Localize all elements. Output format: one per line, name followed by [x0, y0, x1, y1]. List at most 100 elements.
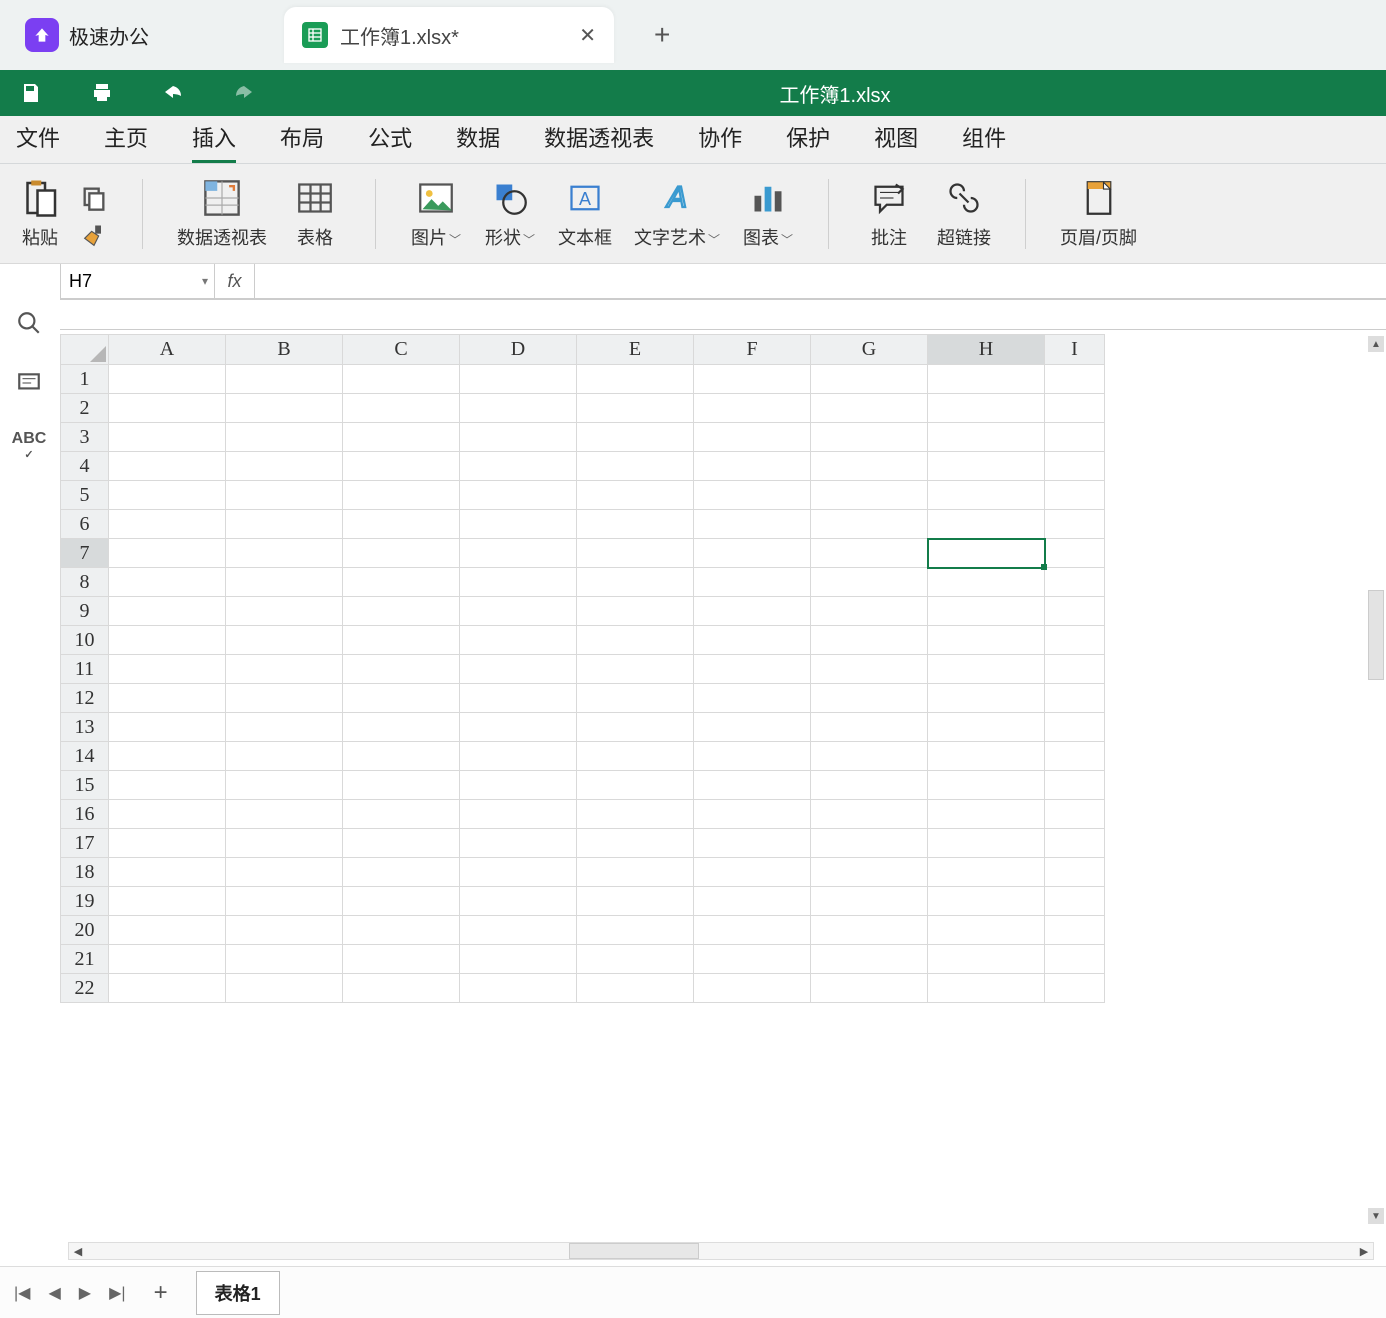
cell-E14[interactable]: [577, 742, 694, 771]
row-header-13[interactable]: 13: [61, 713, 109, 742]
undo-button[interactable]: [160, 80, 186, 106]
row-header-10[interactable]: 10: [61, 626, 109, 655]
row-header-17[interactable]: 17: [61, 829, 109, 858]
cell-C22[interactable]: [343, 974, 460, 1003]
cell-H2[interactable]: [928, 394, 1045, 423]
cell-D13[interactable]: [460, 713, 577, 742]
cell-H8[interactable]: [928, 568, 1045, 597]
cell-I20[interactable]: [1045, 916, 1105, 945]
cell-G18[interactable]: [811, 858, 928, 887]
cell-A10[interactable]: [109, 626, 226, 655]
cell-B3[interactable]: [226, 423, 343, 452]
cell-C4[interactable]: [343, 452, 460, 481]
cell-I15[interactable]: [1045, 771, 1105, 800]
cell-B14[interactable]: [226, 742, 343, 771]
row-header-14[interactable]: 14: [61, 742, 109, 771]
cell-G8[interactable]: [811, 568, 928, 597]
cell-B15[interactable]: [226, 771, 343, 800]
document-tab[interactable]: 工作簿1.xlsx* ✕: [284, 7, 614, 63]
cell-I2[interactable]: [1045, 394, 1105, 423]
cell-G6[interactable]: [811, 510, 928, 539]
cell-B12[interactable]: [226, 684, 343, 713]
row-header-20[interactable]: 20: [61, 916, 109, 945]
cell-I6[interactable]: [1045, 510, 1105, 539]
cell-G21[interactable]: [811, 945, 928, 974]
cell-F7[interactable]: [694, 539, 811, 568]
search-icon[interactable]: [16, 310, 42, 336]
cell-F15[interactable]: [694, 771, 811, 800]
cell-G20[interactable]: [811, 916, 928, 945]
cell-H11[interactable]: [928, 655, 1045, 684]
menu-数据透视表[interactable]: 数据透视表: [544, 121, 654, 163]
cell-B4[interactable]: [226, 452, 343, 481]
cell-A11[interactable]: [109, 655, 226, 684]
menu-文件[interactable]: 文件: [16, 121, 60, 163]
cell-E3[interactable]: [577, 423, 694, 452]
cell-G16[interactable]: [811, 800, 928, 829]
save-button[interactable]: [18, 80, 44, 106]
cell-F13[interactable]: [694, 713, 811, 742]
cell-C13[interactable]: [343, 713, 460, 742]
hyperlink-button[interactable]: 超链接: [937, 178, 991, 250]
comments-panel-icon[interactable]: [16, 370, 42, 396]
row-header-6[interactable]: 6: [61, 510, 109, 539]
row-header-19[interactable]: 19: [61, 887, 109, 916]
cell-C19[interactable]: [343, 887, 460, 916]
cell-B2[interactable]: [226, 394, 343, 423]
row-header-22[interactable]: 22: [61, 974, 109, 1003]
menu-协作[interactable]: 协作: [698, 121, 742, 163]
cell-I21[interactable]: [1045, 945, 1105, 974]
cell-D5[interactable]: [460, 481, 577, 510]
cell-A9[interactable]: [109, 597, 226, 626]
cell-C16[interactable]: [343, 800, 460, 829]
scroll-right-button[interactable]: ▶: [1355, 1245, 1373, 1258]
cell-A13[interactable]: [109, 713, 226, 742]
column-header-H[interactable]: H: [928, 335, 1045, 365]
cell-A2[interactable]: [109, 394, 226, 423]
cell-H3[interactable]: [928, 423, 1045, 452]
cell-H10[interactable]: [928, 626, 1045, 655]
pivot-table-button[interactable]: 数据透视表: [177, 178, 267, 250]
cell-F9[interactable]: [694, 597, 811, 626]
cell-I1[interactable]: [1045, 365, 1105, 394]
row-header-12[interactable]: 12: [61, 684, 109, 713]
cell-F1[interactable]: [694, 365, 811, 394]
cell-E12[interactable]: [577, 684, 694, 713]
cell-G4[interactable]: [811, 452, 928, 481]
cell-C14[interactable]: [343, 742, 460, 771]
menu-插入[interactable]: 插入: [192, 121, 236, 163]
cell-F18[interactable]: [694, 858, 811, 887]
cell-I16[interactable]: [1045, 800, 1105, 829]
cell-G11[interactable]: [811, 655, 928, 684]
table-button[interactable]: 表格: [289, 178, 341, 250]
cell-C3[interactable]: [343, 423, 460, 452]
prev-sheet-button[interactable]: ◀: [48, 1283, 60, 1303]
header-footer-button[interactable]: 页眉/页脚: [1060, 178, 1137, 250]
cell-A4[interactable]: [109, 452, 226, 481]
cell-H5[interactable]: [928, 481, 1045, 510]
cell-G5[interactable]: [811, 481, 928, 510]
cell-A16[interactable]: [109, 800, 226, 829]
image-button[interactable]: 图片﹀: [410, 178, 462, 250]
cell-F10[interactable]: [694, 626, 811, 655]
cell-A22[interactable]: [109, 974, 226, 1003]
cell-D3[interactable]: [460, 423, 577, 452]
cell-H6[interactable]: [928, 510, 1045, 539]
chevron-down-icon[interactable]: ▾: [202, 274, 208, 288]
fx-button[interactable]: fx: [215, 264, 255, 299]
column-header-G[interactable]: G: [811, 335, 928, 365]
cell-F21[interactable]: [694, 945, 811, 974]
cell-G15[interactable]: [811, 771, 928, 800]
cell-H18[interactable]: [928, 858, 1045, 887]
text-art-button[interactable]: A 文字艺术﹀: [634, 178, 720, 250]
copy-button[interactable]: [80, 184, 108, 212]
cell-B21[interactable]: [226, 945, 343, 974]
cell-I5[interactable]: [1045, 481, 1105, 510]
cell-A8[interactable]: [109, 568, 226, 597]
cell-A20[interactable]: [109, 916, 226, 945]
cell-F19[interactable]: [694, 887, 811, 916]
cell-H22[interactable]: [928, 974, 1045, 1003]
cell-D17[interactable]: [460, 829, 577, 858]
cell-E15[interactable]: [577, 771, 694, 800]
cell-A19[interactable]: [109, 887, 226, 916]
